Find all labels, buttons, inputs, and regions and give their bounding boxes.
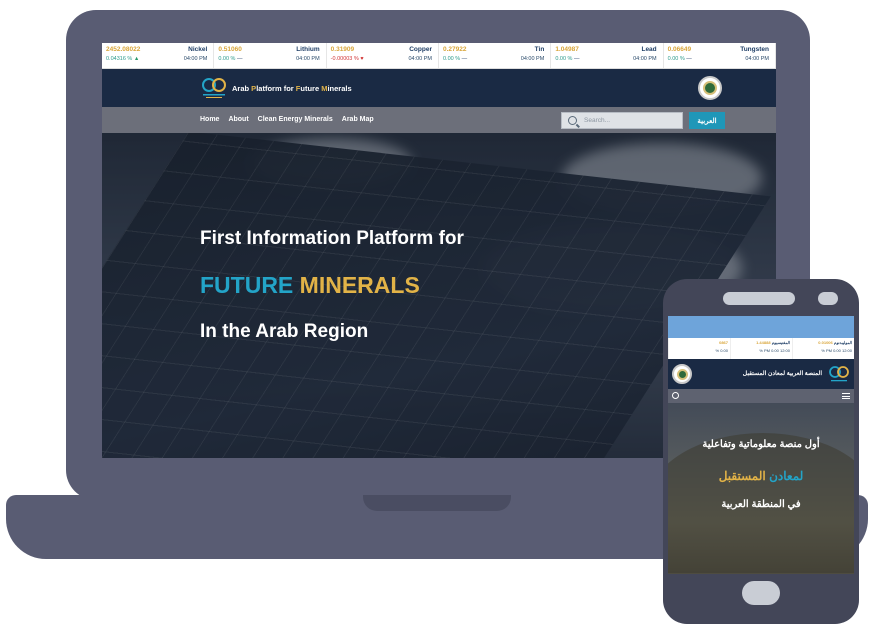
- ticker-price: 0.27922: [442, 46, 467, 53]
- price-ticker: 2452.08022 Nickel 0.04316 % ▲ 04:00 PM 0.510…: [102, 43, 776, 69]
- language-toggle-button[interactable]: العربية: [689, 112, 725, 129]
- trend-flat-icon: —: [686, 56, 692, 62]
- mobile-hero-line3: في المنطقة العربية: [721, 499, 801, 510]
- mobile-hero-gold-word: المستقبل: [718, 469, 766, 483]
- ticker-item[interactable]: 1.04987 Lead 0.00 % — 04:00 PM: [551, 43, 664, 68]
- phone-home-button[interactable]: [742, 581, 780, 605]
- search-placeholder: Search...: [584, 117, 611, 124]
- ticker-time: 04:00 PM: [296, 56, 320, 62]
- hero-future-word: FUTURE: [200, 272, 294, 298]
- trend-flat-icon: —: [236, 56, 243, 62]
- mobile-nav: [668, 389, 854, 403]
- phone-frame: الموليبدنوم 0.01006 12:00 PM 0.00 % المغني…: [663, 279, 859, 624]
- ticker-price: 2452.08022: [106, 46, 141, 53]
- mobile-price-ticker: الموليبدنوم 0.01006 12:00 PM 0.00 % المغني…: [668, 338, 854, 359]
- ticker-time: 04:00 PM: [633, 56, 657, 62]
- phone-camera: [818, 292, 838, 305]
- nav-arab-map[interactable]: Arab Map: [342, 116, 374, 123]
- platform-logo-icon[interactable]: [200, 75, 228, 99]
- ticker-change: 0.00 % —: [218, 56, 243, 62]
- ticker-price: 1.04987: [555, 46, 579, 53]
- trend-down-icon: ♥: [360, 56, 364, 62]
- emblem-seal-icon[interactable]: [698, 76, 722, 100]
- ticker-price: 0.01006: [818, 340, 833, 345]
- phone-speaker: [723, 292, 795, 305]
- main-nav: Home About Clean Energy Minerals Arab Ma…: [102, 107, 776, 133]
- ticker-price: 0.31909: [330, 46, 355, 53]
- ticker-mineral-name: Lead: [641, 46, 657, 53]
- phone-screen: الموليبدنوم 0.01006 12:00 PM 0.00 % المغني…: [668, 316, 854, 574]
- site-header: Arab Platform for Future Minerals: [102, 69, 776, 107]
- search-input[interactable]: Search...: [561, 112, 683, 129]
- ticker-time: 04:00 PM: [520, 56, 545, 62]
- ticker-time: 04:00 PM: [183, 56, 208, 62]
- search-icon: [568, 116, 577, 125]
- mobile-hero-banner: أول منصة معلوماتية وتفاعلية لمعادن المست…: [668, 403, 854, 574]
- mobile-ticker-item[interactable]: 0867 0.00 %: [668, 338, 730, 359]
- ticker-change: 0.04316 % ▲: [106, 56, 140, 62]
- hero-headline-line1: First Information Platform for: [200, 228, 464, 249]
- ticker-item[interactable]: 2452.08022 Nickel 0.04316 % ▲ 04:00 PM: [102, 43, 215, 68]
- ticker-item[interactable]: 0.51060 Lithium 0.00 % — 04:00 PM: [214, 43, 327, 68]
- mobile-hero-line1: أول منصة معلوماتية وتفاعلية: [702, 439, 820, 450]
- ticker-mineral-name: الموليبدنوم: [833, 340, 852, 345]
- platform-logo-icon[interactable]: [828, 364, 850, 384]
- nav-home[interactable]: Home: [200, 116, 219, 123]
- trend-up-icon: ▲: [133, 56, 140, 62]
- mobile-platform-name[interactable]: المنصة العربية لمعادن المستقبل: [743, 370, 822, 377]
- mobile-header: المنصة العربية لمعادن المستقبل: [668, 359, 854, 389]
- ticker-mineral-name: المغنيسيوم: [771, 340, 790, 345]
- device-mockup-stage: 2452.08022 Nickel 0.04316 % ▲ 04:00 PM 0.510…: [0, 0, 871, 628]
- search-icon[interactable]: [672, 392, 679, 399]
- ticker-mineral-name: Tin: [534, 46, 545, 53]
- brand-text: Arab: [232, 84, 252, 93]
- nav-about[interactable]: About: [228, 116, 248, 123]
- ticker-price: 0867: [719, 340, 728, 345]
- mobile-hero-line2: لمعادن المستقبل: [668, 469, 854, 483]
- mobile-ticker-item[interactable]: الموليبدنوم 0.01006 12:00 PM 0.00 %: [792, 338, 854, 359]
- ticker-time: 04:00 PM: [408, 56, 432, 62]
- ticker-change: 0.00 % —: [667, 56, 692, 62]
- brand-text: latform for: [256, 84, 296, 93]
- ticker-item[interactable]: 0.27922 Tin 0.00 % — 04:00 PM: [439, 43, 552, 68]
- ticker-mineral-name: Nickel: [188, 46, 208, 53]
- nav-clean-energy-minerals[interactable]: Clean Energy Minerals: [258, 116, 333, 123]
- ticker-change: -0.00003 % ♥: [330, 56, 364, 62]
- hero-minerals-word: MINERALS: [299, 272, 420, 298]
- ticker-change: 0.00 %: [715, 348, 728, 353]
- ticker-price: 0.06649: [667, 46, 692, 53]
- emblem-seal-icon[interactable]: [672, 364, 692, 384]
- ticker-mineral-name: Copper: [409, 46, 432, 53]
- platform-name[interactable]: Arab Platform for Future Minerals: [232, 84, 352, 93]
- hero-headline-line3: In the Arab Region: [200, 321, 369, 342]
- ticker-price: 0.51060: [218, 46, 242, 53]
- ticker-mineral-name: Lithium: [296, 46, 320, 53]
- mobile-status-bar: [668, 316, 854, 338]
- ticker-change: 0.00 % —: [442, 56, 468, 62]
- laptop-notch: [363, 495, 511, 511]
- brand-text: inerals: [327, 84, 352, 93]
- hero-headline-line2: FUTURE MINERALS: [200, 272, 420, 299]
- ticker-time: 04:00 PM: [745, 56, 769, 62]
- ticker-mineral-name: Tungsten: [740, 46, 769, 53]
- brand-text: uture: [300, 84, 322, 93]
- ticker-item[interactable]: 0.06649 Tungsten 0.00 % — 04:00 PM: [664, 43, 776, 68]
- ticker-change: 0.00 % —: [555, 56, 580, 62]
- trend-flat-icon: —: [461, 56, 468, 62]
- mobile-hero-blue-word: لمعادن: [769, 469, 804, 483]
- trend-flat-icon: —: [573, 56, 580, 62]
- hamburger-menu-icon[interactable]: [842, 393, 850, 399]
- ticker-price: 1.44888: [756, 340, 771, 345]
- mobile-ticker-item[interactable]: المغنيسيوم 1.44888 12:00 PM 0.00 %: [730, 338, 792, 359]
- ticker-item[interactable]: 0.31909 Copper -0.00003 % ♥ 04:00 PM: [327, 43, 439, 68]
